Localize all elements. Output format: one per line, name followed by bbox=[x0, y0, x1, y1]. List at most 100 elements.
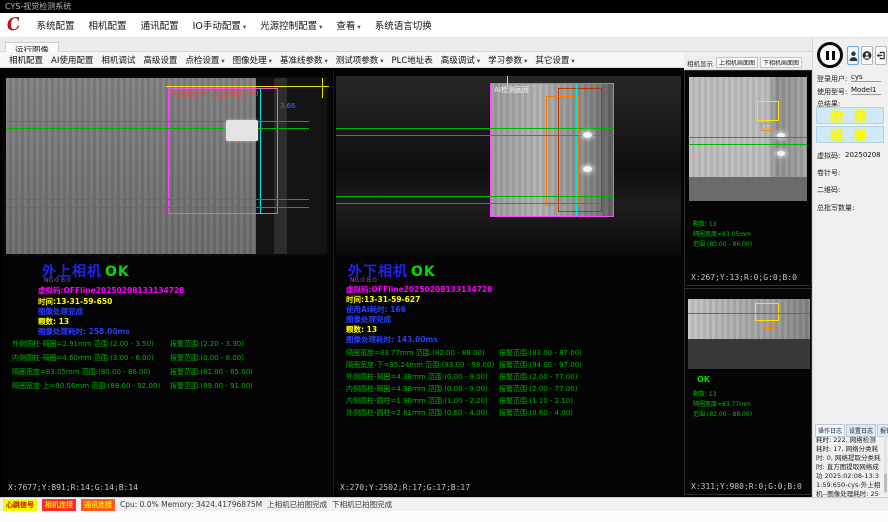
measure-value: 外侧圆柱-圆柱=2.61mm 范围:(0.60 - 4.00) bbox=[346, 408, 488, 418]
toolbar-learning-params[interactable]: 学习参数▾ bbox=[484, 52, 531, 68]
measure-alarm: 报警范围:(83.00 - 87.00) bbox=[499, 348, 582, 358]
vcode-value: 20250208 bbox=[845, 151, 881, 159]
bottom-filler bbox=[0, 511, 888, 522]
login-user-value[interactable]: cys bbox=[851, 73, 881, 82]
ai-view-label: AI检测画面 bbox=[494, 85, 529, 95]
exit-button[interactable] bbox=[875, 46, 887, 65]
menu-label: 系统配置 bbox=[37, 21, 75, 32]
menu-label: 查看 bbox=[336, 21, 355, 32]
menu-item-system-config[interactable]: 系统配置 bbox=[30, 15, 82, 35]
tab-lower-camera-view[interactable]: 下相机画面图 bbox=[760, 57, 802, 68]
measure-alarm: 报警范围:(2.00 - 77.00) bbox=[499, 372, 577, 382]
heartbeat-status-badge: 心跳信号 bbox=[3, 499, 37, 511]
chevron-down-icon: ▾ bbox=[243, 23, 246, 31]
measure-row: 内侧圆柱-圆柱=1.90mm 范围:(1.00 - 2.20) 报警范围:(1.… bbox=[334, 396, 682, 406]
qr-code-label: 二维码: bbox=[817, 185, 840, 195]
scrollbar-thumb[interactable] bbox=[884, 474, 887, 492]
toolbar-advanced-debug[interactable]: 高级调试▾ bbox=[437, 52, 484, 68]
overlay-green-line bbox=[336, 196, 614, 197]
app-window: CYS-视觉检测系统 C 系统配置 相机配置 通讯配置 IO手动配置▾ 光源控制… bbox=[0, 0, 888, 522]
control-panel: 登录用户: cys 使用型号: Model1 总结果: 结 果 结 果 虚拟码:… bbox=[812, 38, 888, 497]
toolbar-camera-config[interactable]: 相机配置 bbox=[5, 52, 47, 68]
mini-view-label: 相机显示 bbox=[687, 58, 713, 68]
mini-upper-camera-panel[interactable]: 颗数: 13 隔圈宽度=83.05mm 范围:(80.00 - 86.00) X… bbox=[684, 70, 812, 286]
lower-camera-image[interactable]: AI检测画面 bbox=[336, 76, 681, 256]
chevron-down-icon: ▾ bbox=[221, 57, 224, 65]
menu-label: 相机配置 bbox=[89, 21, 127, 32]
toolbar-ai-config[interactable]: AI使用配置 bbox=[47, 52, 97, 68]
pause-button[interactable] bbox=[817, 42, 843, 68]
measure-value: 内侧圆柱-隔圈=4.60mm 范围:(3.00 - 6.00) bbox=[12, 353, 154, 363]
measure-row: 外侧圆柱-隔圈=2.91mm 范围:(2.00 - 3.50) 报警范围:(2.… bbox=[2, 339, 331, 349]
mini-photo-band bbox=[688, 299, 810, 339]
ok-status: OK bbox=[411, 264, 436, 280]
menu-label: 光源控制配置 bbox=[260, 21, 317, 32]
measure-row: 隔圈宽度-上=90.56mm 范围:(88.00 - 92.00) 报警范围:(… bbox=[2, 381, 331, 391]
menu-label: IO手动配置 bbox=[193, 21, 241, 32]
window-title: CYS-视觉检测系统 bbox=[5, 2, 71, 11]
measure-row: 外侧圆柱-隔圈=4.38mm 范围:(0.00 - 9.00) 报警范围:(2.… bbox=[334, 372, 682, 382]
menu-item-camera-config[interactable]: 相机配置 bbox=[82, 15, 134, 35]
overlay-green-line bbox=[689, 144, 807, 145]
menu-label: 通讯配置 bbox=[141, 21, 179, 32]
upper-camera-status: 上相机已拍图完成 bbox=[267, 499, 327, 510]
measure-alarm: 报警范围:(94.00 - 97.00) bbox=[499, 360, 582, 370]
toolbar-advanced-settings[interactable]: 高级设置 bbox=[139, 52, 181, 68]
toolbar-label: 相机配置 bbox=[9, 56, 43, 66]
menu-item-io-config[interactable]: IO手动配置▾ bbox=[186, 15, 254, 35]
mini-lower-camera-panel[interactable]: OK 颗数: 13 隔圈宽度=83.77mm 范围:(82.00 - 88.00… bbox=[684, 288, 812, 495]
result-display-upper: 结 果 bbox=[816, 107, 884, 124]
toolbar-label: 图像处理 bbox=[233, 56, 267, 66]
model-label: 使用型号: bbox=[817, 87, 847, 97]
toolbar-other-settings[interactable]: 其它设置▾ bbox=[531, 52, 578, 68]
batch-count-label: 总批写数量: bbox=[817, 203, 854, 213]
toolbar-label: PLC地址表 bbox=[392, 56, 433, 66]
tab-upper-camera-view[interactable]: 上相机画面图 bbox=[716, 57, 758, 68]
overlay-green-line bbox=[336, 135, 614, 136]
measure-alarm: 报警范围:(0.60 - 4.00) bbox=[499, 408, 573, 418]
measure-row: 隔圈宽度=83.77mm 范围:(82.00 - 88.00) 报警范围:(83… bbox=[334, 348, 682, 358]
barcode-line: 虚拟码:OFFline20250208133134728 bbox=[38, 285, 184, 296]
menu-item-light-config[interactable]: 光源控制配置▾ bbox=[253, 15, 329, 35]
mini-annotation: 颗数: 13 bbox=[693, 389, 717, 398]
toolbar-spot-check[interactable]: 点检设置▾ bbox=[181, 52, 228, 68]
tab-strip: 运行图像 bbox=[0, 38, 812, 52]
menu-item-language-switch[interactable]: 系统语言切换 bbox=[368, 15, 439, 35]
toolbar-test-params[interactable]: 测试项参数▾ bbox=[332, 52, 388, 68]
menu-item-comm-config[interactable]: 通讯配置 bbox=[134, 15, 186, 35]
upper-camera-image[interactable]: 灰度阈值:93, 动态阈值:100 3.66 bbox=[4, 76, 329, 256]
connector-part bbox=[226, 120, 258, 141]
overlay-green-line bbox=[6, 121, 309, 122]
exit-door-icon bbox=[876, 50, 886, 61]
operator-button[interactable] bbox=[861, 46, 873, 65]
toolbar-plc-address[interactable]: PLC地址表 bbox=[388, 52, 437, 68]
measure-row: 外侧圆柱-圆柱=2.61mm 范围:(0.60 - 4.00) 报警范围:(0.… bbox=[334, 408, 682, 418]
login-user-label: 登录用户: bbox=[817, 74, 847, 84]
camera-status-badge: 相机连接 bbox=[42, 499, 76, 511]
chevron-down-icon: ▾ bbox=[477, 57, 480, 65]
elapsed-line: 图像处理耗时: 258.00ms bbox=[38, 326, 130, 337]
measure-overlay-label: 3.66 bbox=[280, 102, 296, 110]
model-value[interactable]: Model1 bbox=[851, 86, 881, 95]
menu-item-view[interactable]: 查看▾ bbox=[329, 15, 367, 35]
toolbar-image-processing[interactable]: 图像处理▾ bbox=[229, 52, 276, 68]
result-text: 结 果 bbox=[830, 106, 870, 125]
measure-value: 外侧圆柱-隔圈=4.38mm 范围:(0.00 - 9.00) bbox=[346, 372, 488, 382]
lower-camera-panel[interactable]: AI检测画面 外下相机OK NG:0 B:0 虚拟码:OFFline202502… bbox=[333, 70, 682, 495]
threshold-overlay-text: 灰度阈值:93, 动态阈值:100 bbox=[171, 89, 258, 99]
measure-row: 内侧圆柱-隔圈=4.60mm 范围:(3.00 - 6.00) 报警范围:(0.… bbox=[2, 353, 331, 363]
log-scrollbar[interactable] bbox=[884, 436, 887, 494]
toolbar: 相机配置 AI使用配置 相机调试 高级设置 点检设置▾ 图像处理▾ 基准线参数▾… bbox=[0, 52, 684, 68]
overlay-green-line bbox=[6, 199, 309, 200]
login-user-button[interactable] bbox=[847, 46, 859, 65]
elapsed-line: 图像处理耗时: 143.00ms bbox=[346, 334, 438, 345]
vcode-label: 虚拟码: bbox=[817, 151, 840, 161]
result-text: 结 果 bbox=[830, 125, 870, 144]
pause-icon bbox=[826, 51, 829, 60]
toolbar-baseline-params[interactable]: 基准线参数▾ bbox=[276, 52, 332, 68]
chevron-down-icon: ▾ bbox=[524, 57, 527, 65]
measure-row: 内侧圆柱-隔圈=4.38mm 范围:(0.00 - 9.00) 报警范围:(2.… bbox=[334, 384, 682, 394]
mini-photo-dark-band bbox=[689, 177, 807, 201]
toolbar-camera-debug[interactable]: 相机调试 bbox=[97, 52, 139, 68]
upper-camera-panel[interactable]: 灰度阈值:93, 动态阈值:100 3.66 外上相机OK NG:0 B:0 虚… bbox=[2, 70, 331, 495]
